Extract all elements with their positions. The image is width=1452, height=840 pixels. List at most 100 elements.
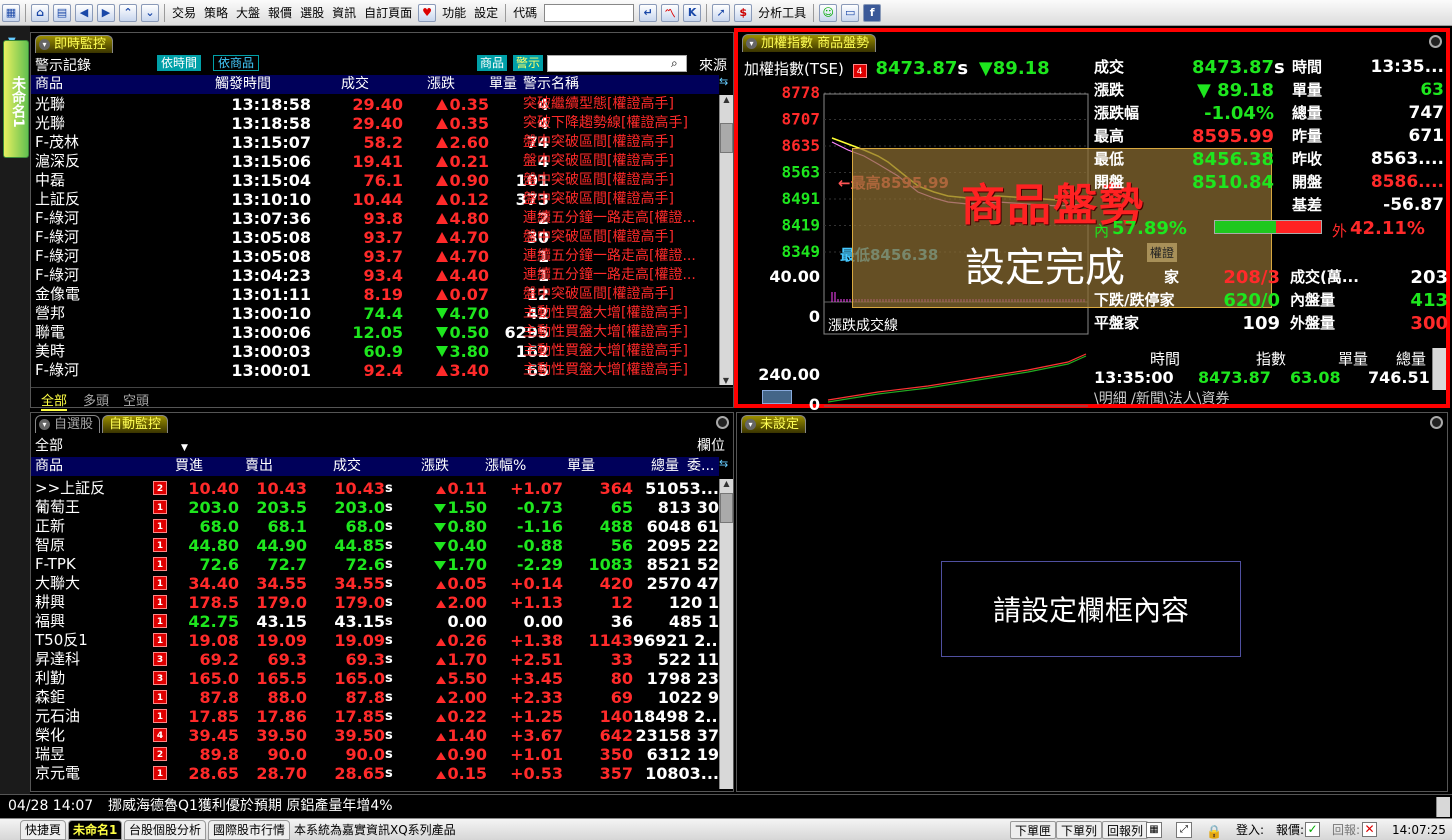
alert-row[interactable]: 聯電 13:00:06 12.05 0.50 6295 主動性買盤大增[權證高手] xyxy=(31,323,719,342)
col-alert-name[interactable]: 警示名稱 xyxy=(523,75,579,94)
forward-arrow-icon[interactable]: ▶ xyxy=(97,3,115,22)
tab-long[interactable]: 多頭 xyxy=(83,390,109,409)
tab-stock-analysis[interactable]: 台股個股分析 xyxy=(124,820,207,840)
tab-all[interactable]: 全部 xyxy=(41,390,68,411)
tab-index-market[interactable]: ▾ 加權指數 商品盤勢 xyxy=(742,34,877,52)
report-bar-button[interactable]: 回報列 xyxy=(1102,821,1149,839)
quote-row[interactable]: 京元電 1 28.65 28.70 28.65 s 0.15 +0.53 357 10803... xyxy=(31,764,719,783)
scroll-up-icon[interactable]: ▲ xyxy=(720,479,733,493)
alert-row[interactable]: F-綠河 13:04:23 93.4 4.40 1 連續五分鐘一路走高[權證... xyxy=(31,266,719,285)
quote-product[interactable]: 瑞昱 xyxy=(35,745,65,764)
col-trigger-time[interactable]: 觸發時間 xyxy=(215,75,271,94)
quote-row[interactable]: 利勤 3 165.0 165.5 165.0 s 5.50 +3.45 80 1798 23 xyxy=(31,669,719,688)
alert-product[interactable]: 營邦 xyxy=(35,304,65,323)
zoom-icon[interactable] xyxy=(1430,416,1443,429)
col-bid[interactable]: 買進 xyxy=(175,457,203,476)
quote-product[interactable]: 元石油 xyxy=(35,707,80,726)
alert-row[interactable]: 光聯 13:18:58 29.40 0.35 4 突破繼續型態[權證高手] xyxy=(31,95,719,114)
chart-mode-icon[interactable] xyxy=(762,390,792,404)
expand-icon[interactable]: ⤢ xyxy=(1176,822,1192,838)
alert-row[interactable]: 中磊 13:15:04 76.1 0.90 101 盤中突破區間[權證高手] xyxy=(31,171,719,190)
filter-product-button[interactable]: 商品 xyxy=(477,55,508,71)
calculator-icon[interactable]: ▦ xyxy=(1146,822,1162,838)
zoom-icon[interactable] xyxy=(716,416,729,429)
symbol-input[interactable] xyxy=(544,3,635,22)
alert-search-input[interactable] xyxy=(547,55,687,72)
quote-product[interactable]: 榮化 xyxy=(35,726,65,745)
filter-alert-button[interactable]: 警示 xyxy=(513,55,544,71)
alert-row[interactable]: 光聯 13:18:58 29.40 0.35 4 突破下降趨勢線[權證高手] xyxy=(31,114,719,133)
index-bottom-tabs[interactable]: \明細 /新聞\法人\資券 xyxy=(1094,388,1229,408)
app-grid-icon[interactable]: ▦ xyxy=(2,3,20,22)
alert-product[interactable]: F-綠河 xyxy=(35,209,79,228)
scroll-thumb[interactable] xyxy=(720,123,733,153)
alert-row[interactable]: 營邦 13:00:10 74.4 4.70 42 主動性買盤大增[權證高手] xyxy=(31,304,719,323)
quote-row[interactable]: >>上証反 2 10.40 10.43 10.43 s 0.11 +1.07 364 51053.… xyxy=(31,479,719,498)
col-ask[interactable]: 賣出 xyxy=(245,457,273,476)
menu-info[interactable]: 資訊 xyxy=(328,4,360,21)
favorite-icon[interactable]: ♥ xyxy=(418,3,437,22)
quote-product[interactable]: 正新 xyxy=(35,517,65,536)
quote-row[interactable]: 昇達科 3 69.2 69.3 69.3 s 1.70 +2.51 33 522 11 xyxy=(31,650,719,669)
quote-row[interactable]: F-TPK 1 72.6 72.7 72.6 s 1.70 -2.29 1083 8521 52 xyxy=(31,555,719,574)
alert-row[interactable]: 上証反 13:10:10 10.44 0.12 373 盤中突破區間[權證高手] xyxy=(31,190,719,209)
quote-product[interactable]: 森鉅 xyxy=(35,688,65,707)
tab-unset[interactable]: ▾ 未設定 xyxy=(741,415,807,433)
quote-product[interactable]: 利勤 xyxy=(35,669,65,688)
scroll-up-icon[interactable]: ▲ xyxy=(720,95,733,109)
alert-product[interactable]: 聯電 xyxy=(35,323,65,342)
menu-trade[interactable]: 交易 xyxy=(168,4,200,21)
configure-panel-button[interactable]: 請設定欄框內容 xyxy=(941,561,1241,657)
alert-product[interactable]: 光聯 xyxy=(35,95,65,114)
chevron-up-icon[interactable]: ⌃ xyxy=(119,3,137,22)
quote-product[interactable]: T50反1 xyxy=(35,631,88,650)
news-headline[interactable]: 挪威海德魯Q1獲利優於預期 原鋁產量年增4% xyxy=(108,795,393,817)
alert-row[interactable]: F-綠河 13:00:01 92.4 3.40 65 主動性買盤大增[權證高手] xyxy=(31,361,719,380)
col-product[interactable]: 商品 xyxy=(35,457,63,476)
quote-row[interactable]: 森鉅 1 87.8 88.0 87.8 s 2.00 +2.33 69 1022 9 xyxy=(31,688,719,707)
kline-icon[interactable]: K xyxy=(683,3,702,22)
quote-product[interactable]: 福興 xyxy=(35,612,65,631)
enter-icon[interactable]: ↵ xyxy=(639,3,658,22)
warrant-button[interactable]: 權證 xyxy=(1147,243,1178,262)
alert-scrollbar[interactable]: ▲ ▼ xyxy=(719,95,733,385)
col-change[interactable]: 漲跌 xyxy=(421,457,449,476)
col-change[interactable]: 漲跌 xyxy=(427,75,455,94)
order-bar-button[interactable]: 下單列 xyxy=(1056,821,1103,839)
quote-product[interactable]: 大聯大 xyxy=(35,574,80,593)
alert-product[interactable]: F-綠河 xyxy=(35,247,79,266)
alert-product[interactable]: 美時 xyxy=(35,342,65,361)
column-toggle-icon[interactable]: ⇆ xyxy=(719,457,733,476)
quote-product[interactable]: 智原 xyxy=(35,536,65,555)
quote-product[interactable]: 昇達科 xyxy=(35,650,80,669)
dollar-icon[interactable]: $ xyxy=(734,3,753,22)
cursor-icon[interactable]: ➚ xyxy=(712,3,731,22)
tab-short[interactable]: 空頭 xyxy=(123,390,149,409)
quote-product[interactable]: 京元電 xyxy=(35,764,80,783)
quote-row[interactable]: T50反1 1 19.08 19.09 19.09 s 0.26 +1.38 1143 96921… xyxy=(31,631,719,650)
quote-row[interactable]: 正新 1 68.0 68.1 68.0 s 0.80 -1.16 488 6048 61 xyxy=(31,517,719,536)
menu-quote[interactable]: 報價 xyxy=(264,4,296,21)
order-box-button[interactable]: 下單匣 xyxy=(1010,821,1057,839)
zoom-icon[interactable] xyxy=(1429,35,1442,48)
tab-auto-monitor[interactable]: 自動監控 xyxy=(102,415,169,433)
alert-product[interactable]: 上証反 xyxy=(35,190,80,209)
tab-global-markets[interactable]: 國際股市行情 xyxy=(208,820,291,840)
alert-product[interactable]: 光聯 xyxy=(35,114,65,133)
chart-icon[interactable]: 〽 xyxy=(661,3,680,22)
menu-function[interactable]: 功能 xyxy=(438,4,470,21)
col-price[interactable]: 成交 xyxy=(341,75,369,94)
tab-live-monitor[interactable]: ▾ 即時監控 xyxy=(35,35,114,53)
page-tab-unnamed1[interactable]: 未命名1 xyxy=(3,40,29,158)
quote-row[interactable]: 福興 1 42.75 43.15 43.15 s 0.00 0.00 36 485 1 xyxy=(31,612,719,631)
quote-row[interactable]: 榮化 4 39.45 39.50 39.50 s 1.40 +3.67 642 23158 37 xyxy=(31,726,719,745)
quote-scrollbar[interactable]: ▲ xyxy=(719,479,733,789)
alert-product[interactable]: F-茂林 xyxy=(35,133,79,152)
menu-analysis-tools[interactable]: 分析工具 xyxy=(754,4,810,21)
tick-scrollbar[interactable] xyxy=(1432,348,1446,390)
quote-product[interactable]: 葡萄王 xyxy=(35,498,80,517)
quote-product[interactable]: F-TPK xyxy=(35,555,76,574)
menu-strategy[interactable]: 策略 xyxy=(200,4,232,21)
alert-product[interactable]: 中磊 xyxy=(35,171,65,190)
facebook-icon[interactable]: f xyxy=(863,3,882,22)
